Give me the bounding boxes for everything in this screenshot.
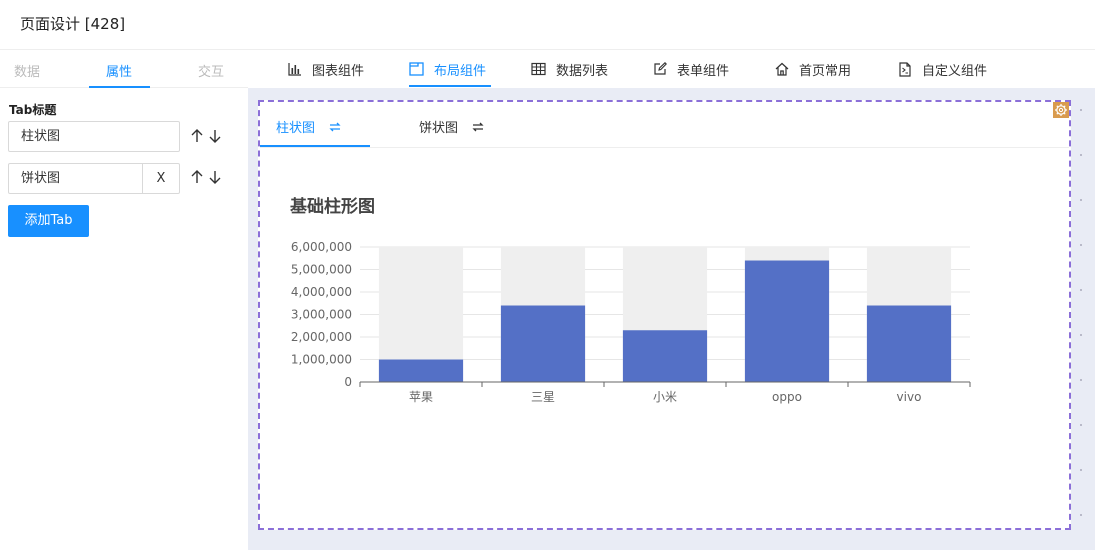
y-tick-label: 1,000,000 [291,353,352,367]
bar-chart-icon [288,63,301,76]
page-title: 页面设计 [428] [20,15,126,33]
tab-data[interactable]: 数据 [14,61,40,80]
remove-tab-button[interactable]: X [142,163,180,194]
bar [378,359,464,382]
y-tick-label: 4,000,000 [291,285,352,299]
layout-icon [409,62,424,76]
tab-properties[interactable]: 属性 [106,61,132,80]
active-tab-indicator [409,85,491,87]
tab-label: 首页常用 [799,63,852,79]
arrow-up-icon[interactable] [190,129,204,143]
tab-home-common[interactable]: 首页常用 [775,50,851,88]
component-toolbar: 图表组件 布局组件 数据列表 表单组件 首页常用 自定义组件 [248,50,1095,88]
arrow-down-icon[interactable] [208,129,222,143]
tab-label: 图表组件 [312,63,365,79]
active-tab-indicator [89,86,150,88]
custom-doc-icon [899,61,911,77]
x-tick-label: 小米 [653,390,677,404]
property-tabs: 数据 属性 交互 [0,50,248,88]
tab-label: 表单组件 [677,63,730,79]
tab-custom-components[interactable]: 自定义组件 [898,50,987,88]
bar [500,305,586,382]
add-tab-button[interactable]: 添加Tab [8,205,89,237]
table-icon [531,62,546,76]
home-icon [775,62,789,76]
x-tick-label: vivo [897,390,922,404]
y-tick-label: 0 [344,375,352,389]
tabs-component[interactable]: 柱状图 饼状图 基础柱形图 0 1,000,000 2,000,000 3,000,0… [258,100,1071,530]
tab-label: 数据列表 [556,63,609,79]
tab-form-components[interactable]: 表单组件 [653,50,729,88]
tab-title-label: Tab标题 [9,103,57,117]
tab-layout-components[interactable]: 布局组件 [409,50,486,88]
tab-interaction[interactable]: 交互 [198,61,224,80]
arrow-down-icon[interactable] [208,170,222,184]
y-tick-label: 3,000,000 [291,308,352,322]
y-tick-label: 2,000,000 [291,330,352,344]
bar-chart: 0 1,000,000 2,000,000 3,000,000 4,000,000 5,0… [291,240,971,404]
tab-data-list[interactable]: 数据列表 [531,50,608,88]
edit-icon [654,62,667,75]
tab-title-input-1[interactable]: 柱状图 [8,121,180,152]
y-tick-label: 6,000,000 [291,240,352,254]
property-panel: 数据 属性 交互 Tab标题 柱状图 饼状图 X 添加Tab [0,50,248,550]
bar [744,260,830,382]
y-tick-label: 5,000,000 [291,263,352,277]
x-tick-label: oppo [772,390,802,404]
x-tick-label: 苹果 [409,390,433,404]
tab-label: 自定义组件 [922,63,988,79]
page-header: 页面设计 [428] [0,0,1095,50]
ruler-dots [1080,109,1082,516]
tab-chart-components[interactable]: 图表组件 [288,50,364,88]
bar [622,330,708,382]
arrow-up-icon[interactable] [190,170,204,184]
x-tick-label: 三星 [531,390,555,404]
tab-label: 布局组件 [434,63,487,79]
tab-title-input-2[interactable]: 饼状图 [8,163,143,194]
bar [866,305,952,382]
